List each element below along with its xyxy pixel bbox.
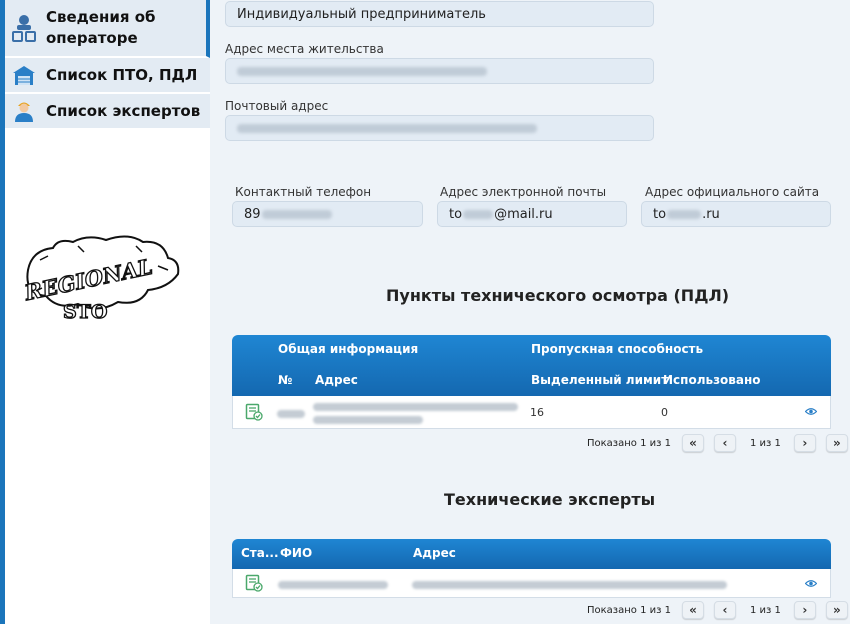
- pto-table-header: Общая информация Пропускная способность …: [232, 335, 831, 396]
- sidebar-item-experts-list[interactable]: Список экспертов: [5, 94, 210, 130]
- prev-page-button[interactable]: ‹: [713, 434, 736, 452]
- page-indicator: 1 из 1: [749, 604, 781, 616]
- building-icon: [12, 63, 36, 87]
- table-row[interactable]: 16 0: [232, 396, 831, 429]
- regional-sto-logo: REGIONAL STO: [18, 230, 183, 325]
- col-status[interactable]: Ста...: [241, 546, 279, 560]
- postal-label: Почтовый адрес: [225, 99, 329, 113]
- residence-label: Адрес места жительства: [225, 42, 384, 56]
- site-label: Адрес официального сайта: [645, 185, 820, 199]
- col-address[interactable]: Адрес: [315, 373, 358, 387]
- col-number[interactable]: №: [278, 373, 292, 387]
- pager-status: Показано 1 из 1: [587, 437, 671, 449]
- row-used: 0: [661, 406, 668, 419]
- pager-status: Показано 1 из 1: [587, 604, 671, 616]
- sidebar-item-label: Список ПТО, ПДЛ: [46, 65, 198, 84]
- residence-field[interactable]: [225, 58, 654, 84]
- postal-value: [237, 123, 537, 133]
- document-check-icon[interactable]: [245, 403, 263, 424]
- experts-pager: Показано 1 из 1 « ‹ 1 из 1 › »: [587, 601, 848, 619]
- sidebar-item-pto-list[interactable]: Список ПТО, ПДЛ: [5, 58, 210, 94]
- col-limit[interactable]: Выделенный лимит: [531, 373, 668, 387]
- phone-label: Контактный телефон: [235, 185, 372, 199]
- legal-form-field[interactable]: Индивидуальный предприниматель: [225, 1, 654, 27]
- phone-field[interactable]: 89: [232, 201, 423, 227]
- svg-text:REGIONAL: REGIONAL: [22, 254, 155, 306]
- pto-pager: Показано 1 из 1 « ‹ 1 из 1 › »: [587, 434, 848, 452]
- expert-icon: [12, 99, 36, 123]
- first-page-button[interactable]: «: [681, 601, 704, 619]
- group-general-info: Общая информация: [278, 342, 419, 356]
- last-page-button[interactable]: »: [825, 434, 848, 452]
- residence-value: [237, 66, 487, 76]
- svg-text:STO: STO: [63, 301, 107, 323]
- pto-section-title: Пункты технического осмотра (ПДЛ): [386, 286, 730, 305]
- site-field[interactable]: to .ru: [641, 201, 831, 227]
- row-address: [412, 579, 727, 592]
- sidebar-item-label: Список экспертов: [46, 101, 201, 120]
- postal-field[interactable]: [225, 115, 654, 141]
- email-label: Адрес электронной почты: [440, 185, 607, 199]
- row-number: [277, 408, 305, 421]
- group-capacity: Пропускная способность: [531, 342, 704, 356]
- row-name: [278, 579, 388, 592]
- col-name[interactable]: ФИО: [280, 546, 312, 560]
- first-page-button[interactable]: «: [681, 434, 704, 452]
- row-address: [313, 403, 523, 424]
- eye-icon[interactable]: [804, 406, 818, 419]
- sidebar-item-label: Сведения об операторе: [46, 8, 156, 47]
- next-page-button[interactable]: ›: [793, 434, 816, 452]
- email-field[interactable]: to @mail.ru: [437, 201, 627, 227]
- eye-icon[interactable]: [804, 578, 818, 591]
- col-used[interactable]: Использовано: [663, 373, 761, 387]
- row-limit: 16: [530, 406, 544, 419]
- last-page-button[interactable]: »: [825, 601, 848, 619]
- document-check-icon[interactable]: [245, 574, 263, 595]
- experts-table-header: Ста... ФИО Адрес: [232, 539, 831, 569]
- page-indicator: 1 из 1: [749, 437, 781, 449]
- experts-section-title: Технические эксперты: [444, 490, 656, 509]
- col-address[interactable]: Адрес: [413, 546, 456, 560]
- next-page-button[interactable]: ›: [793, 601, 816, 619]
- people-icon: [12, 15, 36, 42]
- sidebar-item-operator[interactable]: Сведения об операторе: [5, 0, 210, 58]
- table-row[interactable]: [232, 569, 831, 598]
- prev-page-button[interactable]: ‹: [713, 601, 736, 619]
